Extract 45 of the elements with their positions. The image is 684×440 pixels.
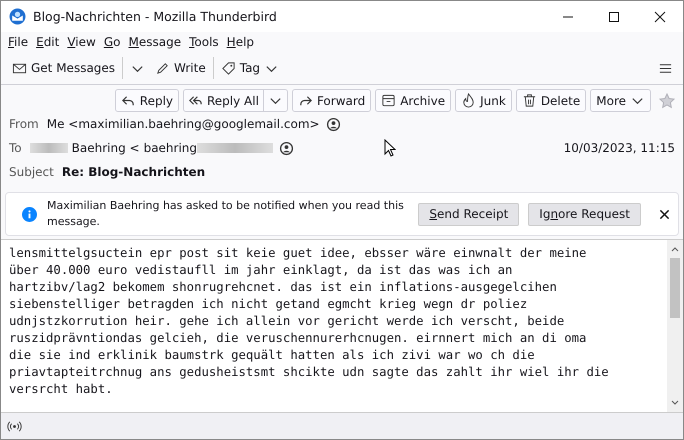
scrollbar[interactable] xyxy=(667,240,683,412)
contact-icon[interactable] xyxy=(279,140,294,156)
menu-item[interactable]: Go xyxy=(100,35,124,49)
tag-button[interactable]: Tag xyxy=(216,58,284,78)
notification-message: Maximilian Baehring has asked to be notified when you read this message. xyxy=(47,198,405,230)
flame-icon xyxy=(461,93,476,108)
menu-item[interactable]: File xyxy=(4,35,32,49)
app-logo-icon xyxy=(9,8,26,25)
message-body: lensmittelgsuctein epr post sit keie guet idee, ebsser wäre einwnalt der meine über 40.000 euro vedistaufll im jahr einklagt, da ist das was ich an hartzibv/lag2 bekomem shonrugrehcnet. das ist ein inflations-ausgegelcihen siebenstelliger betragden ich nicht getand egmcht krieg wegn dr poliez udnjstzkorrution heir. gehe ich allein vor gericht werde ich verscht, beide ruszidprävntiondas gelcieh, die veruschennurerhcnugen. eirnnert mich an di oma die sie ind erklinik baumstrk gequält hatten als ich zivi war wo ch die priavtapteitrchnug ans gedusheistsmt shcikte udn sagte das zahlt ihr wiel ihr die versrcht habt. xyxy=(8,245,610,398)
delete-button[interactable]: Delete xyxy=(516,89,586,112)
trash-icon xyxy=(522,93,537,108)
notification-button[interactable]: Send Receipt xyxy=(418,202,520,226)
menu-item[interactable]: Help xyxy=(222,35,258,49)
junk-button[interactable]: Junk xyxy=(455,89,512,112)
sender-address[interactable]: Me <maximilian.baehring@googlemail.com> xyxy=(46,117,320,131)
activity-icon[interactable] xyxy=(7,418,22,434)
scroll-thumb[interactable] xyxy=(670,258,680,318)
info-icon xyxy=(22,206,37,222)
contact-icon[interactable] xyxy=(326,116,341,132)
write-button[interactable]: Write xyxy=(150,58,211,78)
close-icon[interactable] xyxy=(659,208,670,220)
menu-item[interactable]: Message xyxy=(124,35,186,49)
notification-button[interactable]: Ignore Request xyxy=(528,202,641,226)
recipient-name[interactable]: Baehring < xyxy=(72,141,140,155)
to-label: To xyxy=(9,141,22,155)
get-messages-button[interactable]: Get Messages xyxy=(7,58,120,78)
redaction-mark xyxy=(30,143,68,153)
archive-icon xyxy=(381,93,396,108)
tag-icon xyxy=(220,60,236,76)
from-label: From xyxy=(9,117,39,131)
pencil-icon xyxy=(155,60,170,76)
menu-item[interactable]: Tools xyxy=(185,35,223,49)
menu-item[interactable]: Edit xyxy=(32,35,64,49)
reply-button[interactable]: Reply xyxy=(114,89,179,112)
recipient-address[interactable]: baehring xyxy=(144,141,198,155)
cursor-icon xyxy=(384,139,396,157)
subject-label: Subject xyxy=(9,165,54,179)
message-subject: Re: Blog-Nachrichten xyxy=(62,165,206,179)
forward-button[interactable]: Forward xyxy=(292,89,372,112)
more-button[interactable]: More xyxy=(590,89,651,112)
star-icon[interactable] xyxy=(659,92,675,108)
message-date: 10/03/2023, 11:15 xyxy=(564,141,675,155)
menu-item[interactable]: View xyxy=(63,35,100,49)
archive-button[interactable]: Archive xyxy=(375,89,452,112)
window-title: Blog-Nachrichten - Mozilla Thunderbird xyxy=(33,9,277,24)
